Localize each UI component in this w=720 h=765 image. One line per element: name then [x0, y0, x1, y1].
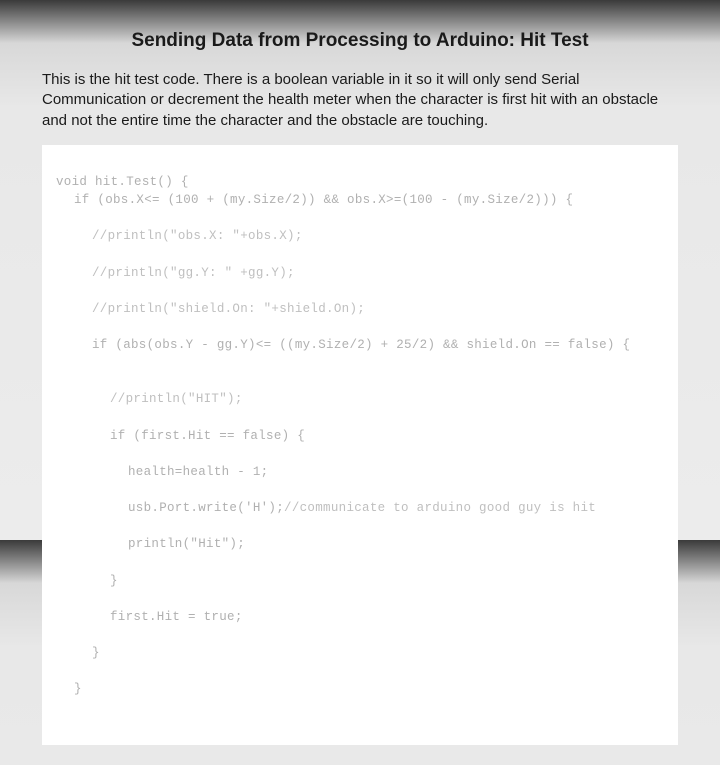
code-line: usb.Port.write('H');//communicate to ard…: [56, 499, 664, 517]
code-line: first.Hit = true;: [56, 608, 664, 626]
code-line: }: [56, 644, 664, 662]
code-comment: //println("gg.Y: " +gg.Y);: [56, 264, 664, 282]
code-block: void hit.Test() { if (obs.X<= (100 + (my…: [42, 145, 678, 745]
code-line: }: [56, 572, 664, 590]
code-comment: //println("obs.X: "+obs.X);: [56, 227, 664, 245]
slide-container: Sending Data from Processing to Arduino:…: [0, 0, 720, 765]
code-line: if (abs(obs.Y - gg.Y)<= ((my.Size/2) + 2…: [56, 336, 664, 354]
code-line: println("Hit");: [56, 535, 664, 553]
slide-body-text: This is the hit test code. There is a bo…: [42, 70, 678, 131]
code-comment: //println("shield.On: "+shield.On);: [56, 300, 664, 318]
code-line: }: [56, 680, 664, 698]
code-comment: //println("HIT");: [56, 390, 664, 408]
code-line: if (first.Hit == false) {: [56, 427, 664, 445]
code-line: void hit.Test() {: [56, 175, 189, 189]
code-line: health=health - 1;: [56, 463, 664, 481]
slide-title: Sending Data from Processing to Arduino:…: [82, 30, 638, 52]
code-line: if (obs.X<= (100 + (my.Size/2)) && obs.X…: [56, 191, 664, 209]
